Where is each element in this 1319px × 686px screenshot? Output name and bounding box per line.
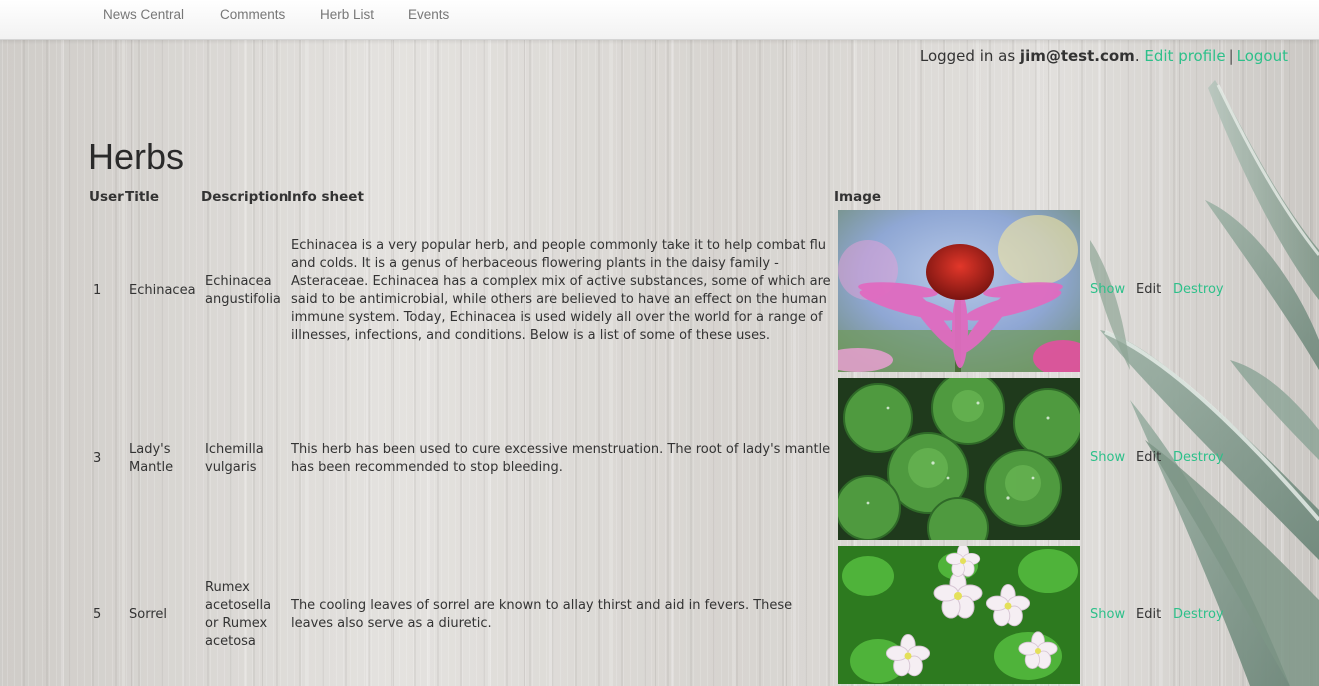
destroy-link[interactable]: Destroy bbox=[1173, 450, 1224, 465]
show-link[interactable]: Show bbox=[1090, 282, 1125, 297]
nav-item-news-central[interactable]: News Central bbox=[103, 7, 184, 22]
login-separator: | bbox=[1228, 47, 1234, 65]
login-status: Logged in as jim@test.com. Edit profile |… bbox=[920, 47, 1288, 65]
destroy-link[interactable]: Destroy bbox=[1173, 282, 1224, 297]
edit-link[interactable]: Edit bbox=[1136, 450, 1161, 465]
show-link[interactable]: Show bbox=[1090, 450, 1125, 465]
ladys-mantle-image bbox=[838, 378, 1080, 540]
row-title: Lady's Mantle bbox=[129, 442, 174, 475]
column-header-image: Image bbox=[834, 189, 882, 205]
edit-link[interactable]: Edit bbox=[1136, 282, 1161, 297]
nav-item-comments[interactable]: Comments bbox=[220, 7, 285, 22]
nav-item-herb-list[interactable]: Herb List bbox=[320, 7, 374, 22]
row-description: Ichemilla vulgaris bbox=[205, 442, 264, 475]
page-title: Herbs bbox=[88, 136, 185, 177]
edit-profile-link[interactable]: Edit profile bbox=[1144, 47, 1225, 65]
row-info-sheet: Echinacea is a very popular herb, and pe… bbox=[291, 238, 831, 343]
row-title: Sorrel bbox=[129, 607, 167, 622]
column-header-title: Title bbox=[125, 189, 160, 205]
row-description: Rumex acetosella or Rumex acetosa bbox=[205, 580, 272, 649]
column-header-info-sheet: Info sheet bbox=[287, 189, 364, 205]
edit-link[interactable]: Edit bbox=[1136, 607, 1161, 622]
logout-link[interactable]: Logout bbox=[1237, 47, 1288, 65]
row-description: Echinacea angustifolia bbox=[205, 274, 281, 307]
top-navbar: News Central Comments Herb List Events bbox=[0, 0, 1319, 40]
row-user: 3 bbox=[93, 451, 102, 466]
show-link[interactable]: Show bbox=[1090, 607, 1125, 622]
row-user: 5 bbox=[93, 607, 102, 622]
destroy-link[interactable]: Destroy bbox=[1173, 607, 1224, 622]
nav-item-events[interactable]: Events bbox=[408, 7, 449, 22]
login-suffix: . bbox=[1134, 47, 1140, 65]
user-email: jim@test.com bbox=[1019, 47, 1135, 65]
column-header-description: Description bbox=[201, 189, 289, 205]
row-user: 1 bbox=[93, 283, 102, 298]
sorrel-image bbox=[838, 546, 1080, 684]
row-info-sheet: This herb has been used to cure excessiv… bbox=[291, 442, 831, 475]
column-header-user: User bbox=[89, 189, 124, 205]
row-info-sheet: The cooling leaves of sorrel are known t… bbox=[291, 598, 793, 631]
login-prefix: Logged in as bbox=[919, 47, 1020, 65]
row-title: Echinacea bbox=[129, 283, 196, 298]
echinacea-image bbox=[838, 210, 1080, 372]
decorative-leaves-image bbox=[1090, 80, 1319, 686]
